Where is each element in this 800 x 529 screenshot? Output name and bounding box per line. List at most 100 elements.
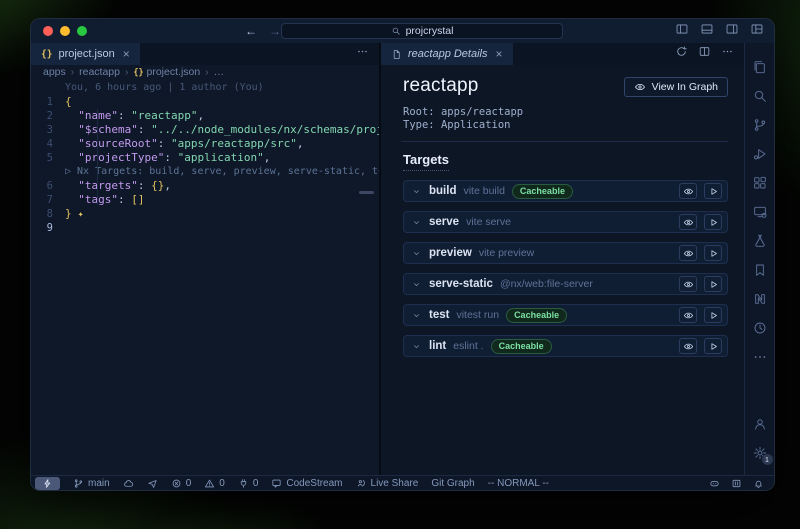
- close-tab-icon[interactable]: ×: [496, 47, 503, 61]
- activity-search[interactable]: [747, 81, 773, 110]
- project-type: Type: Application: [403, 119, 736, 132]
- view-target-button[interactable]: [679, 307, 697, 323]
- activity-run-and-debug[interactable]: [747, 139, 773, 168]
- activity-bookmarks[interactable]: [747, 255, 773, 284]
- editor-more-actions-button[interactable]: [356, 45, 369, 63]
- activity-remote-explorer[interactable]: [747, 197, 773, 226]
- eye-icon: [683, 248, 694, 259]
- run-target-button[interactable]: [704, 276, 722, 292]
- target-name: test: [429, 309, 449, 321]
- cacheable-badge: Cacheable: [506, 308, 567, 323]
- tab-project-json[interactable]: {} project.json ×: [31, 43, 140, 65]
- run-target-button[interactable]: [704, 245, 722, 261]
- activity-source-control[interactable]: [747, 110, 773, 139]
- chevron-down-icon[interactable]: [411, 279, 422, 290]
- line-content: [65, 221, 379, 235]
- minimize-window-button[interactable]: [60, 26, 70, 36]
- command-center-search[interactable]: projcrystal: [281, 23, 563, 39]
- status-publish-changes[interactable]: [123, 478, 134, 489]
- status-editor-layout-status[interactable]: [731, 478, 742, 489]
- toggle-secondary-sidebar-button[interactable]: [725, 22, 739, 41]
- more-actions-button[interactable]: [721, 45, 734, 63]
- navigate-forward-button[interactable]: →: [269, 24, 281, 38]
- toggle-panel-button[interactable]: [700, 22, 714, 41]
- chevron-down-icon[interactable]: [411, 186, 422, 197]
- view-target-button[interactable]: [679, 183, 697, 199]
- status-warnings[interactable]: 0: [204, 478, 225, 489]
- blame-annotation[interactable]: You, 6 hours ago | 1 author (You): [31, 81, 379, 95]
- target-row-serve-static[interactable]: serve-static@nx/web:file-server: [403, 273, 728, 295]
- status-bar: main 0 0 0 CodeStream Live Share Git Graph -- N…: [31, 475, 774, 490]
- status-label: main: [88, 478, 110, 489]
- code-line: 1{: [31, 95, 379, 109]
- chevron-down-icon[interactable]: [411, 341, 422, 352]
- chevron-down-icon[interactable]: [411, 310, 422, 321]
- navigate-back-button[interactable]: ←: [245, 24, 257, 38]
- breadcrumb-item-project-json[interactable]: {} project.json: [133, 66, 200, 78]
- run-target-button[interactable]: [704, 307, 722, 323]
- run-target-button[interactable]: [704, 214, 722, 230]
- line-number: 6: [31, 179, 65, 193]
- status-runner[interactable]: [147, 478, 158, 489]
- view-target-button[interactable]: [679, 214, 697, 230]
- status-remote-indicator[interactable]: [35, 477, 60, 490]
- refresh-view-button[interactable]: [675, 45, 688, 63]
- cacheable-badge: Cacheable: [512, 184, 573, 199]
- target-row-build[interactable]: buildvite buildCacheable: [403, 180, 728, 202]
- copilot-status-icon: [709, 478, 720, 489]
- status-git-graph[interactable]: Git Graph: [431, 478, 474, 489]
- status-live-share[interactable]: Live Share: [356, 478, 419, 489]
- status-errors[interactable]: 0: [171, 478, 192, 489]
- chevron-down-icon[interactable]: [411, 248, 422, 259]
- activity-testing[interactable]: [747, 226, 773, 255]
- close-tab-icon[interactable]: ×: [123, 47, 130, 61]
- code-editor[interactable]: You, 6 hours ago | 1 author (You)1{2 "na…: [31, 79, 379, 475]
- status-notifications[interactable]: [753, 478, 764, 489]
- target-row-test[interactable]: testvitest runCacheable: [403, 304, 728, 326]
- split-editor-button[interactable]: [698, 45, 711, 63]
- toggle-secondary-sidebar-icon: [725, 22, 739, 36]
- status-vim-mode[interactable]: -- NORMAL --: [488, 478, 549, 489]
- status-git-branch[interactable]: main: [73, 478, 110, 489]
- activity-time-tracker[interactable]: [747, 313, 773, 342]
- status-copilot-status[interactable]: [709, 478, 720, 489]
- status-ports[interactable]: 0: [238, 478, 259, 489]
- close-window-button[interactable]: [43, 26, 53, 36]
- tab-reactapp-details[interactable]: reactapp Details ×: [381, 43, 513, 65]
- code-line: 4 "sourceRoot": "apps/reactapp/src",: [31, 137, 379, 151]
- status-label: 0: [253, 478, 259, 489]
- activity-settings[interactable]: 1: [747, 438, 773, 467]
- view-target-button[interactable]: [679, 245, 697, 261]
- target-row-preview[interactable]: previewvite preview: [403, 242, 728, 264]
- scrollbar-mark[interactable]: [359, 191, 374, 194]
- activity-explorer[interactable]: [747, 52, 773, 81]
- run-target-button[interactable]: [704, 183, 722, 199]
- maximize-window-button[interactable]: [77, 26, 87, 36]
- nx-targets-codelens[interactable]: ▷ Nx Targets: build, serve, preview, ser…: [31, 165, 379, 179]
- activity-extensions[interactable]: [747, 168, 773, 197]
- target-row-serve[interactable]: servevite serve: [403, 211, 728, 233]
- activity-additional-views[interactable]: [747, 342, 773, 371]
- target-row-lint[interactable]: linteslint .Cacheable: [403, 335, 728, 357]
- status-codestream[interactable]: CodeStream: [271, 478, 342, 489]
- code-line: 5 "projectType": "application",: [31, 151, 379, 165]
- breadcrumb-item-reactapp[interactable]: reactapp: [79, 66, 120, 78]
- breadcrumb-separator: ›: [71, 67, 74, 78]
- customize-layout-button[interactable]: [750, 22, 764, 41]
- activity-accounts[interactable]: [747, 409, 773, 438]
- view-in-graph-button[interactable]: View In Graph: [624, 77, 728, 97]
- status-label: Live Share: [371, 478, 419, 489]
- view-target-button[interactable]: [679, 338, 697, 354]
- breadcrumb-item--[interactable]: …: [214, 66, 225, 78]
- breadcrumb-item-apps[interactable]: apps: [43, 66, 66, 78]
- target-command: vite preview: [479, 247, 534, 259]
- run-target-button[interactable]: [704, 338, 722, 354]
- tab-bar-left: {} project.json ×: [31, 43, 379, 65]
- view-target-button[interactable]: [679, 276, 697, 292]
- chevron-down-icon[interactable]: [411, 217, 422, 228]
- json-file-icon: {}: [133, 68, 143, 78]
- editor-layout-status-icon: [731, 478, 742, 489]
- editor-more-actions-icon: [356, 45, 369, 58]
- activity-nx-console[interactable]: [747, 284, 773, 313]
- toggle-primary-sidebar-button[interactable]: [675, 22, 689, 41]
